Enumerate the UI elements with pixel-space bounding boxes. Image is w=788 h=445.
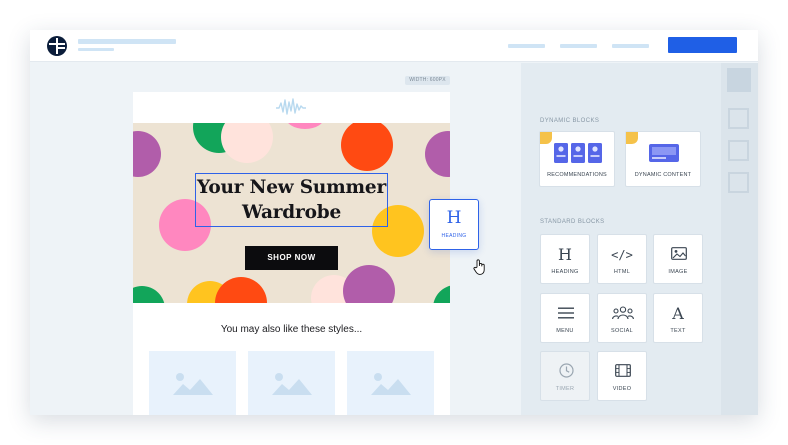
heading-icon: H <box>558 245 572 264</box>
decor-dot <box>215 277 267 303</box>
block-label: SOCIAL <box>611 328 633 334</box>
block-heading[interactable]: H HEADING <box>540 234 590 284</box>
rail-tab-2[interactable] <box>728 140 749 161</box>
html-icon: </> <box>611 248 633 262</box>
image-icon <box>671 247 687 260</box>
image-placeholder-icon <box>272 373 312 395</box>
block-label: TEXT <box>670 328 686 334</box>
block-label: IMAGE <box>668 269 688 275</box>
decor-dot <box>133 131 161 177</box>
decor-dot <box>343 265 395 303</box>
dynamic-block-recommendations[interactable]: RECOMMENDATIONS <box>539 131 615 187</box>
brand-soundwave-logo-icon[interactable] <box>275 97 307 117</box>
hero-heading-selected[interactable]: Your New Summer Wardrobe <box>195 173 388 227</box>
shop-now-button[interactable]: SHOP NOW <box>245 246 338 270</box>
decor-dot <box>433 285 450 303</box>
timer-icon <box>559 363 574 378</box>
badge-gear-icon <box>540 132 552 144</box>
decor-dot <box>221 123 273 163</box>
block-menu[interactable]: MENU <box>540 293 590 343</box>
text-icon: A <box>672 304 684 323</box>
top-bar <box>30 30 758 62</box>
decor-dot <box>133 286 165 303</box>
image-placeholder-icon <box>371 373 411 395</box>
hero-section[interactable]: Your New Summer Wardrobe SHOP NOW <box>133 123 450 303</box>
dynamic-content-icon <box>649 144 679 162</box>
block-image[interactable]: IMAGE <box>653 234 703 284</box>
dragged-block-label: HEADING <box>441 233 467 239</box>
social-icon <box>612 306 634 320</box>
block-timer[interactable]: TIMER <box>540 351 590 401</box>
block-label: VIDEO <box>612 386 632 392</box>
decor-dot <box>285 123 325 129</box>
email-editor-window: WIDTH: 600PX Your New Summer Wardrobe SH… <box>30 30 758 415</box>
recommendations-icon <box>554 143 602 163</box>
title-placeholder <box>78 39 176 44</box>
nav-link-3[interactable] <box>612 44 649 48</box>
menu-icon <box>558 307 574 319</box>
heading-glyph: H <box>446 208 462 228</box>
rail-tab-3[interactable] <box>728 172 749 193</box>
dynamic-block-dynamic-content[interactable]: DYNAMIC CONTENT <box>625 131 701 187</box>
block-label: HTML <box>613 269 631 275</box>
hand-cursor-icon <box>473 259 485 275</box>
primary-action-button[interactable] <box>668 37 737 53</box>
block-html[interactable]: </> HTML <box>597 234 647 284</box>
image-placeholder-icon <box>173 373 213 395</box>
nav-link-2[interactable] <box>560 44 597 48</box>
block-label: MENU <box>556 328 574 334</box>
nav-link-1[interactable] <box>508 44 545 48</box>
block-label: HEADING <box>551 269 579 275</box>
rail-active-tab[interactable] <box>727 68 751 92</box>
block-label: TIMER <box>555 386 575 392</box>
email-preview: Your New Summer Wardrobe SHOP NOW You ma… <box>133 92 450 415</box>
product-thumbnail[interactable] <box>149 351 236 415</box>
width-tag: WIDTH: 600PX <box>405 76 450 85</box>
decor-dot <box>425 131 450 177</box>
video-icon <box>615 364 631 377</box>
block-video[interactable]: VIDEO <box>597 351 647 401</box>
block-text[interactable]: A TEXT <box>653 293 703 343</box>
block-label: RECOMMENDATIONS <box>547 172 607 178</box>
rail-tab-1[interactable] <box>728 108 749 129</box>
block-social[interactable]: SOCIAL <box>597 293 647 343</box>
email-canvas: WIDTH: 600PX Your New Summer Wardrobe SH… <box>30 63 521 415</box>
product-thumbnail[interactable] <box>248 351 335 415</box>
subtitle-placeholder <box>78 48 114 51</box>
dynamic-blocks-title: DYNAMIC BLOCKS <box>540 118 600 124</box>
blocks-panel: DYNAMIC BLOCKS RECOMMENDATIONS DYNAMIC C… <box>521 63 721 415</box>
product-thumbnail[interactable] <box>347 351 434 415</box>
decor-dot <box>341 123 393 171</box>
also-like-heading[interactable]: You may also like these styles... <box>133 324 450 335</box>
standard-blocks-title: STANDARD BLOCKS <box>540 219 605 225</box>
dragged-heading-block[interactable]: H HEADING <box>429 199 479 250</box>
badge-gear-icon <box>626 132 638 144</box>
block-label: DYNAMIC CONTENT <box>634 172 692 178</box>
app-logo-icon[interactable] <box>47 36 67 56</box>
